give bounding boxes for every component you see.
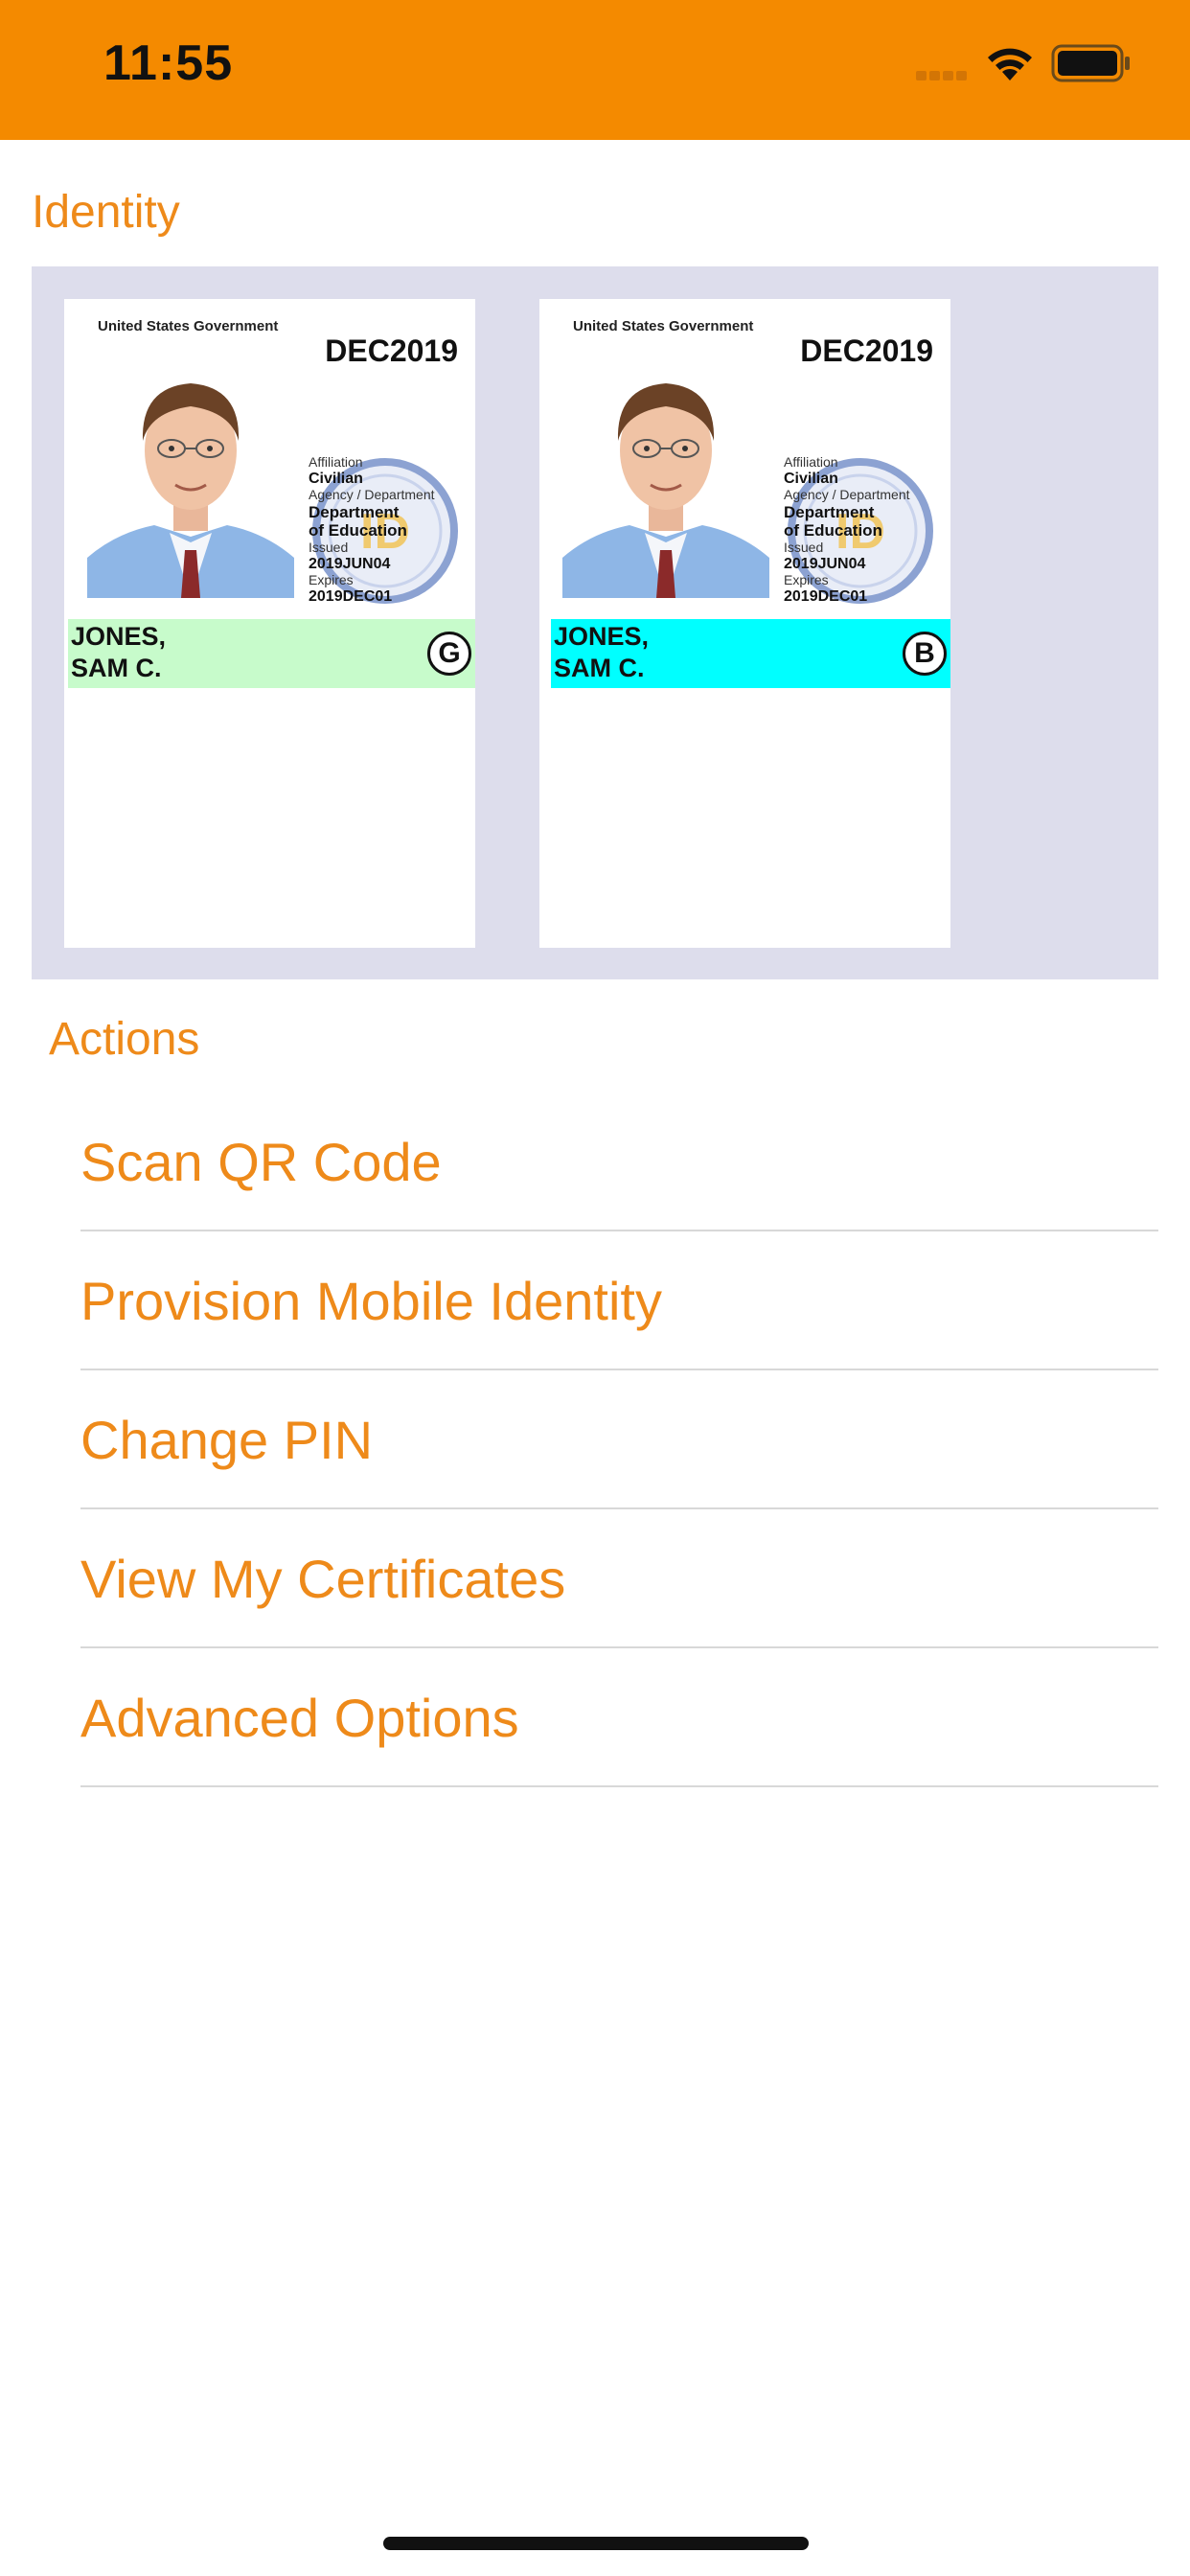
- actions-list: Scan QR Code Provision Mobile Identity C…: [0, 1092, 1190, 1787]
- identity-panel: United States Government DEC2019 ID Affi…: [32, 266, 1158, 979]
- status-bar: 11:55: [0, 0, 1190, 140]
- agency-label: Agency / Department: [784, 487, 910, 502]
- expires-label: Expires: [784, 572, 829, 587]
- card-name-line2: SAM C.: [71, 654, 162, 682]
- agency-value-line2: of Education: [784, 521, 882, 540]
- portrait-photo: [562, 345, 769, 598]
- scan-qr-code-button[interactable]: Scan QR Code: [0, 1092, 1190, 1231]
- action-label: Provision Mobile Identity: [80, 1271, 662, 1331]
- advanced-options-button[interactable]: Advanced Options: [0, 1648, 1190, 1787]
- card-name-line2: SAM C.: [554, 654, 645, 682]
- issued-value: 2019JUN04: [784, 556, 866, 572]
- card-date: DEC2019: [325, 334, 458, 368]
- card-name-line1: JONES,: [71, 622, 167, 651]
- battery-icon: [1051, 44, 1130, 82]
- change-pin-button[interactable]: Change PIN: [0, 1370, 1190, 1509]
- affiliation-label: Affiliation: [784, 454, 838, 470]
- action-label: Change PIN: [80, 1410, 374, 1470]
- action-label: Scan QR Code: [80, 1132, 442, 1192]
- expires-value: 2019DEC01: [784, 588, 868, 605]
- card-name-bar: JONES, SAM C. G: [68, 619, 475, 688]
- identity-card-g[interactable]: United States Government DEC2019 ID Affi…: [64, 299, 475, 948]
- actions-header: Actions: [49, 1014, 200, 1065]
- card-name-bar: JONES, SAM C. B: [551, 619, 950, 688]
- identity-header: Identity: [32, 187, 180, 238]
- action-label: View My Certificates: [80, 1549, 566, 1609]
- card-info: Affiliation Civilian Agency / Department…: [784, 454, 947, 605]
- affiliation-value: Civilian: [784, 471, 838, 487]
- portrait-photo: [87, 345, 294, 598]
- provision-mobile-identity-button[interactable]: Provision Mobile Identity: [0, 1231, 1190, 1370]
- agency-value-line1: Department: [784, 503, 875, 521]
- divider: [80, 1785, 1158, 1787]
- affiliation-value: Civilian: [309, 471, 363, 487]
- identity-card-b[interactable]: United States Government DEC2019 ID Affi…: [539, 299, 950, 948]
- card-name: JONES, SAM C.: [71, 621, 166, 684]
- issued-label: Issued: [784, 540, 824, 555]
- expires-value: 2019DEC01: [309, 588, 393, 605]
- card-badge: B: [903, 632, 947, 676]
- expires-label: Expires: [309, 572, 354, 587]
- signal-icon: [916, 68, 970, 80]
- card-name: JONES, SAM C.: [554, 621, 649, 684]
- card-date: DEC2019: [800, 334, 933, 368]
- card-government-label: United States Government: [573, 318, 754, 334]
- card-info: Affiliation Civilian Agency / Department…: [309, 454, 471, 605]
- agency-label: Agency / Department: [309, 487, 435, 502]
- card-badge: G: [427, 632, 471, 676]
- wifi-icon: [988, 48, 1032, 80]
- card-name-line1: JONES,: [554, 622, 650, 651]
- agency-value-line1: Department: [309, 503, 400, 521]
- home-indicator[interactable]: [383, 2537, 809, 2550]
- screen: 11:55 Identity United States Government …: [0, 0, 1190, 2576]
- card-government-label: United States Government: [98, 318, 279, 334]
- agency-value-line2: of Education: [309, 521, 407, 540]
- status-time: 11:55: [103, 35, 234, 91]
- action-label: Advanced Options: [80, 1688, 519, 1748]
- view-my-certificates-button[interactable]: View My Certificates: [0, 1509, 1190, 1648]
- issued-value: 2019JUN04: [309, 556, 391, 572]
- issued-label: Issued: [309, 540, 349, 555]
- affiliation-label: Affiliation: [309, 454, 363, 470]
